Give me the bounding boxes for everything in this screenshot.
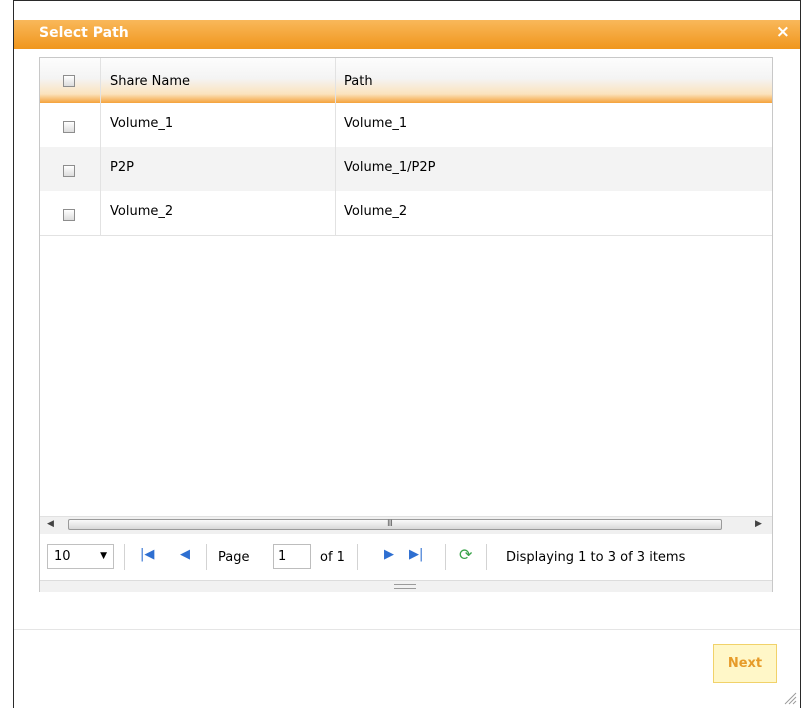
page-size-select[interactable]: 10 ▼ xyxy=(47,544,114,569)
row-checkbox[interactable] xyxy=(63,209,75,221)
pagination-status: Displaying 1 to 3 of 3 items xyxy=(506,550,686,565)
row-checkbox[interactable] xyxy=(63,121,75,133)
scroll-right-icon[interactable]: ▶ xyxy=(755,519,762,529)
page-number-input[interactable] xyxy=(273,544,311,569)
scroll-grip: III xyxy=(387,519,393,529)
scrollbar-thumb[interactable]: III xyxy=(68,519,722,530)
column-divider xyxy=(335,58,336,235)
select-all-checkbox[interactable] xyxy=(63,75,75,87)
page-count-label: of 1 xyxy=(320,550,345,565)
share-name-cell: Volume_1 xyxy=(110,116,174,131)
resize-grip-icon[interactable] xyxy=(394,584,416,589)
share-grid: Share Name Path Volume_1 Volume_1 P2P Vo… xyxy=(39,57,773,592)
pager-separator xyxy=(357,544,358,570)
next-button[interactable]: Next xyxy=(713,644,777,683)
pagination-bar: 10 ▼ |◀ ◀ Page of 1 ▶ ▶| ⟳ Displaying 1 … xyxy=(40,536,772,578)
grid-header: Share Name Path xyxy=(40,58,772,103)
chevron-down-icon: ▼ xyxy=(100,551,107,561)
select-path-dialog: Select Path × Share Name Path Volume_1 V… xyxy=(13,0,801,708)
table-row[interactable]: Volume_2 Volume_2 xyxy=(40,191,772,235)
pager-separator xyxy=(445,544,446,570)
column-divider xyxy=(100,58,101,235)
page-label: Page xyxy=(218,550,250,565)
dialog-titlebar[interactable]: Select Path × xyxy=(14,20,800,49)
footer-divider xyxy=(14,629,800,630)
refresh-icon[interactable]: ⟳ xyxy=(459,545,472,564)
share-name-cell: P2P xyxy=(110,160,134,175)
pager-separator xyxy=(206,544,207,570)
previous-page-icon[interactable]: ◀ xyxy=(180,547,190,562)
path-cell: Volume_1 xyxy=(344,116,408,131)
scroll-left-icon[interactable]: ◀ xyxy=(47,519,54,529)
dialog-title: Select Path xyxy=(39,25,129,41)
resize-corner-icon[interactable] xyxy=(783,691,797,705)
page-size-value: 10 xyxy=(54,549,71,564)
column-header-path[interactable]: Path xyxy=(344,74,373,89)
next-page-icon[interactable]: ▶ xyxy=(384,547,394,562)
close-icon[interactable]: × xyxy=(776,22,790,42)
share-name-cell: Volume_2 xyxy=(110,204,174,219)
horizontal-scrollbar[interactable]: ◀ III ▶ xyxy=(40,516,772,534)
last-page-icon[interactable]: ▶| xyxy=(409,547,423,562)
column-header-share-name[interactable]: Share Name xyxy=(110,74,190,89)
pager-separator xyxy=(124,544,125,570)
table-row[interactable]: P2P Volume_1/P2P xyxy=(40,147,772,191)
path-cell: Volume_2 xyxy=(344,204,408,219)
path-cell: Volume_1/P2P xyxy=(344,160,436,175)
row-checkbox[interactable] xyxy=(63,165,75,177)
pager-separator xyxy=(486,544,487,570)
rows-bottom-border xyxy=(40,235,772,236)
grid-resize-bar[interactable] xyxy=(40,580,772,592)
first-page-icon[interactable]: |◀ xyxy=(140,547,154,562)
table-row[interactable]: Volume_1 Volume_1 xyxy=(40,103,772,147)
